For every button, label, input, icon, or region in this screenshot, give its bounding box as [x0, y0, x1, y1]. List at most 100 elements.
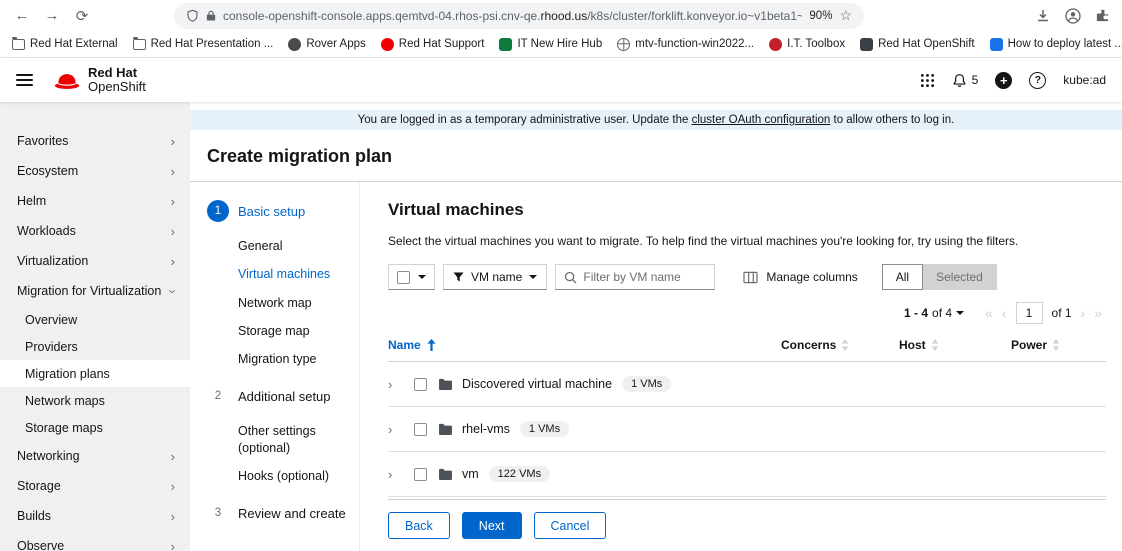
- reload-icon[interactable]: ⟳: [72, 6, 92, 26]
- sidebar-item-ecosystem[interactable]: Ecosystem›: [0, 156, 190, 186]
- shield-icon[interactable]: [186, 9, 199, 23]
- sidebar-item-label: Migration plans: [25, 367, 110, 381]
- table-row[interactable]: › vm 122 VMs: [388, 452, 1106, 497]
- bookmark-how-to-deploy[interactable]: How to deploy latest ...: [990, 38, 1122, 51]
- bookmark-star-icon[interactable]: ☆: [839, 7, 852, 24]
- bulk-select-checkbox[interactable]: [397, 271, 410, 284]
- sidebar-item-workloads[interactable]: Workloads›: [0, 216, 190, 246]
- download-icon[interactable]: [1035, 8, 1051, 24]
- app-launcher-icon[interactable]: [920, 73, 935, 88]
- all-selected-toggle: All Selected: [882, 264, 997, 290]
- sidebar-item-label: Migration for Virtualization: [17, 284, 161, 298]
- table-row[interactable]: › Discovered virtual machine 1 VMs: [388, 362, 1106, 407]
- expand-chevron-icon[interactable]: ›: [388, 467, 414, 482]
- banner-text: You are logged in as a temporary adminis…: [358, 114, 692, 126]
- wizard-substep-migration-type[interactable]: Migration type: [238, 345, 351, 373]
- sidebar-item-label: Virtualization: [17, 254, 88, 268]
- wizard-substep-network-map[interactable]: Network map: [238, 289, 351, 317]
- help-icon[interactable]: ?: [1029, 72, 1046, 89]
- notifications-bell-icon[interactable]: 5: [952, 73, 979, 88]
- wizard-substep-storage-map[interactable]: Storage map: [238, 317, 351, 345]
- first-page-button[interactable]: «: [985, 306, 993, 320]
- oauth-config-link[interactable]: cluster OAuth configuration: [692, 114, 831, 126]
- sidebar-item-networking[interactable]: Networking›: [0, 441, 190, 471]
- sidebar-item-storage-maps[interactable]: Storage maps: [0, 414, 190, 441]
- back-icon[interactable]: ←: [12, 6, 32, 26]
- row-checkbox[interactable]: [414, 378, 427, 391]
- bookmark-red-hat-support[interactable]: Red Hat Support: [381, 38, 485, 51]
- last-page-button[interactable]: »: [1094, 306, 1102, 320]
- brand-line2: OpenShift: [88, 79, 146, 94]
- wizard-substep-hooks[interactable]: Hooks (optional): [238, 462, 351, 490]
- bookmark-mtv-function[interactable]: mtv-function-win2022...: [617, 38, 754, 51]
- column-header-power[interactable]: Power: [1011, 338, 1106, 352]
- sidebar-item-overview[interactable]: Overview: [0, 306, 190, 333]
- zoom-level[interactable]: 90%: [809, 10, 832, 22]
- bookmark-red-hat-external[interactable]: Red Hat External: [12, 38, 118, 50]
- expand-chevron-icon[interactable]: ›: [388, 422, 414, 437]
- wizard-substep-other-settings[interactable]: Other settings (optional): [238, 417, 351, 462]
- sidebar-item-favorites[interactable]: Favorites›: [0, 126, 190, 156]
- forward-icon[interactable]: →: [42, 6, 62, 26]
- next-button[interactable]: Next: [462, 512, 522, 539]
- toggle-selected-button[interactable]: Selected: [923, 264, 997, 290]
- wizard-step-additional-setup[interactable]: 2 Additional setup: [207, 385, 351, 407]
- quick-create-plus-icon[interactable]: +: [995, 72, 1012, 89]
- current-page-input[interactable]: 1: [1016, 302, 1043, 324]
- sidebar-item-builds[interactable]: Builds›: [0, 501, 190, 531]
- sidebar-item-storage[interactable]: Storage›: [0, 471, 190, 501]
- hamburger-menu-icon[interactable]: [16, 74, 33, 86]
- url-bar[interactable]: console-openshift-console.apps.qemtvd-04…: [174, 3, 864, 29]
- extensions-icon[interactable]: [1095, 8, 1110, 23]
- bookmark-it-toolbox[interactable]: I.T. Toolbox: [769, 38, 845, 51]
- per-page-dropdown[interactable]: 1 - 4 of 4: [904, 306, 964, 320]
- prev-page-button[interactable]: ‹: [1002, 306, 1007, 320]
- pagination-range: 1 - 4: [904, 306, 928, 320]
- bulk-select-dropdown[interactable]: [388, 264, 435, 290]
- wizard-substep-virtual-machines[interactable]: Virtual machines: [238, 260, 351, 288]
- manage-columns-button[interactable]: Manage columns: [743, 270, 857, 284]
- app-body: Favorites› Ecosystem› Helm› Workloads› V…: [0, 102, 1122, 551]
- table-row[interactable]: › rhel-vms 1 VMs: [388, 407, 1106, 452]
- bookmark-it-new-hire-hub[interactable]: IT New Hire Hub: [499, 38, 602, 51]
- sidebar-item-migration-plans[interactable]: Migration plans: [0, 360, 190, 387]
- user-menu[interactable]: kube:ad: [1063, 73, 1106, 87]
- wizard: 1 Basic setup General Virtual machines N…: [190, 182, 1122, 551]
- expand-chevron-icon[interactable]: ›: [388, 377, 414, 392]
- toggle-all-button[interactable]: All: [882, 264, 923, 290]
- search-input[interactable]: [583, 270, 706, 284]
- row-checkbox[interactable]: [414, 468, 427, 481]
- sidebar-item-label: Workloads: [17, 224, 76, 238]
- column-header-host[interactable]: Host: [899, 338, 1011, 352]
- sidebar-item-providers[interactable]: Providers: [0, 333, 190, 360]
- wizard-step-review-and-create[interactable]: 3 Review and create: [207, 502, 351, 524]
- column-header-name[interactable]: Name: [388, 338, 781, 352]
- column-header-concerns[interactable]: Concerns: [781, 338, 899, 352]
- sidebar-item-observe[interactable]: Observe›: [0, 531, 190, 551]
- wizard-substep-general[interactable]: General: [238, 232, 351, 260]
- bookmark-red-hat-presentation[interactable]: Red Hat Presentation ...: [133, 38, 274, 50]
- bookmark-red-hat-openshift[interactable]: Red Hat OpenShift: [860, 38, 975, 51]
- bookmark-label: How to deploy latest ...: [1008, 38, 1122, 50]
- caret-down-icon: [956, 311, 964, 315]
- sidebar-item-migration-for-virtualization[interactable]: Migration for Virtualization›: [0, 276, 190, 306]
- profile-icon[interactable]: [1065, 8, 1081, 24]
- lock-icon[interactable]: [206, 9, 216, 22]
- column-label: Name: [388, 338, 421, 352]
- cancel-button[interactable]: Cancel: [534, 512, 607, 539]
- banner-text: to allow others to log in.: [830, 114, 954, 126]
- wizard-content: Virtual machines Select the virtual mach…: [360, 182, 1122, 551]
- sidebar-item-helm[interactable]: Helm›: [0, 186, 190, 216]
- sidebar-item-virtualization[interactable]: Virtualization›: [0, 246, 190, 276]
- filter-attribute-dropdown[interactable]: VM name: [443, 264, 547, 290]
- back-button[interactable]: Back: [388, 512, 450, 539]
- wizard-step-basic-setup[interactable]: 1 Basic setup: [207, 200, 351, 222]
- next-page-button[interactable]: ›: [1081, 306, 1086, 320]
- bookmark-rover-apps[interactable]: Rover Apps: [288, 38, 365, 51]
- chevron-right-icon: ›: [171, 540, 175, 551]
- filter-funnel-icon: [453, 272, 464, 282]
- sidebar-item-network-maps[interactable]: Network maps: [0, 387, 190, 414]
- chevron-right-icon: ›: [171, 480, 175, 493]
- row-checkbox[interactable]: [414, 423, 427, 436]
- bookmark-label: mtv-function-win2022...: [635, 38, 754, 50]
